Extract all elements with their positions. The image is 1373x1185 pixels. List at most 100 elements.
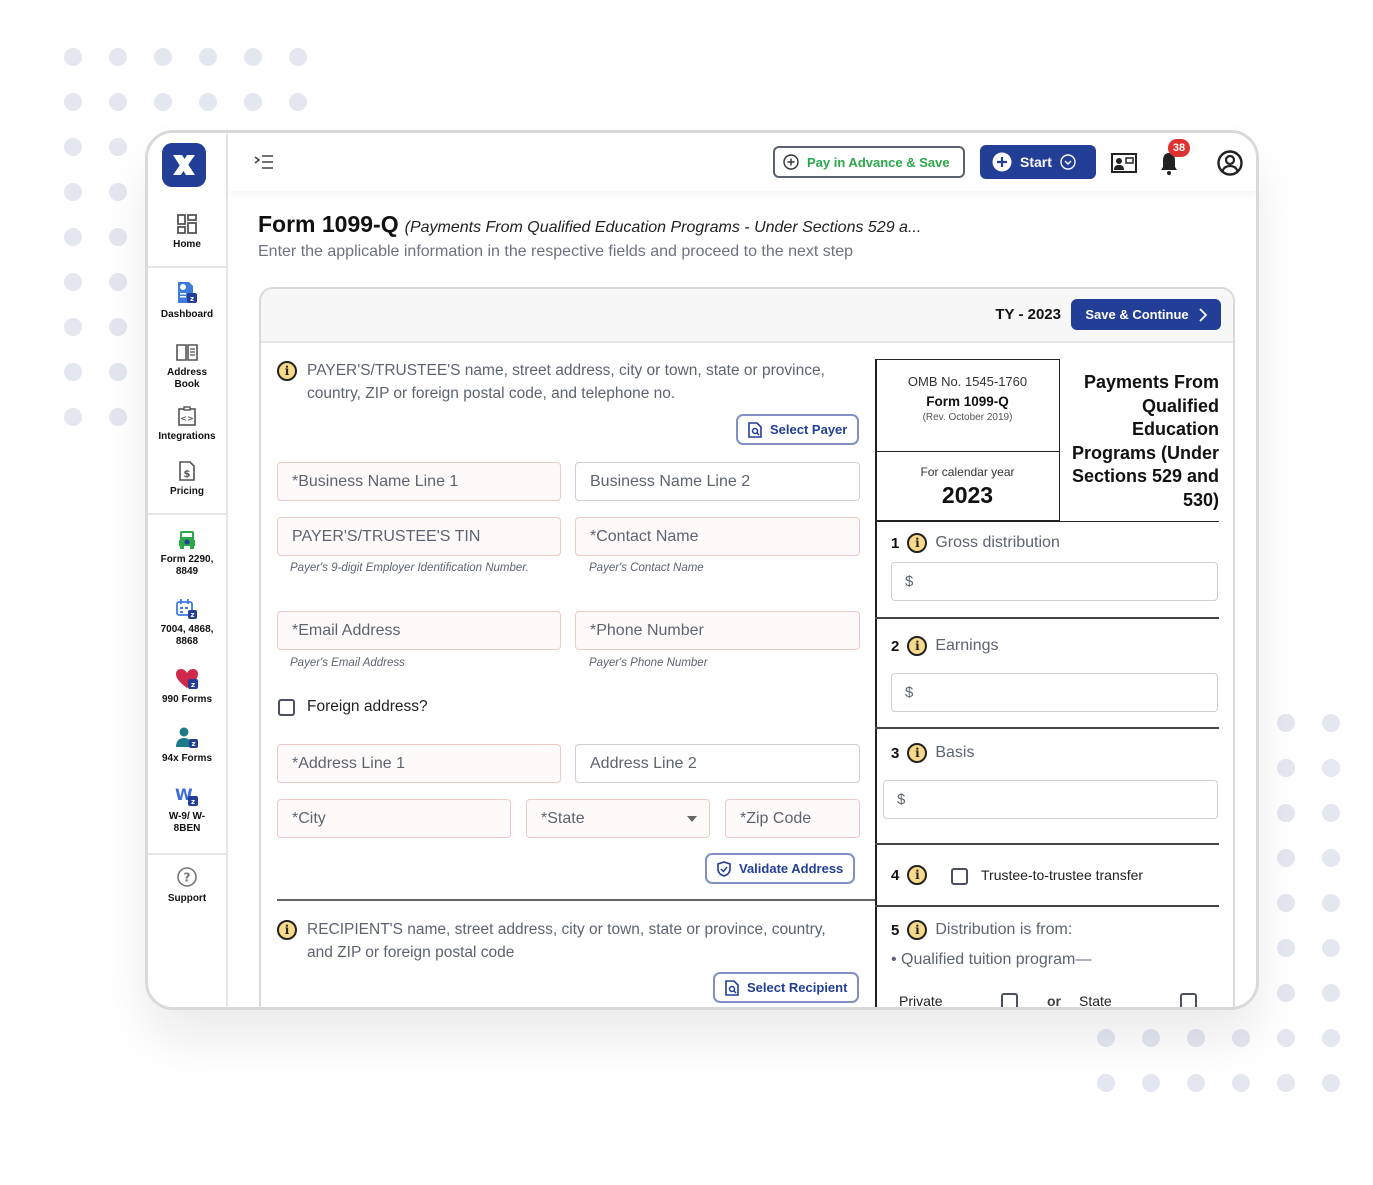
zip-code-input[interactable]: *Zip Code — [725, 799, 860, 838]
sidebar-divider — [148, 853, 226, 855]
omb-box: OMB No. 1545-1760 Form 1099-Q (Rev. Octo… — [875, 359, 1060, 521]
recipient-section-label: i RECIPIENT'S name, street address, city… — [277, 918, 837, 964]
form-title: Form 1099-Q — [258, 211, 399, 237]
logo-x-icon — [173, 155, 195, 175]
svg-text:z: z — [191, 798, 195, 806]
user-profile-icon[interactable] — [1217, 150, 1243, 176]
sidebar: Home z Dashboard Address Book <> Integra… — [148, 133, 228, 1007]
omb-info: OMB No. 1545-1760 Form 1099-Q (Rev. Octo… — [876, 360, 1059, 452]
calendar-year-value: 2023 — [941, 482, 994, 508]
info-icon[interactable]: i — [907, 920, 928, 940]
svg-text:z: z — [191, 681, 195, 689]
sidebar-item-label: 7004, 4868, 8868 — [160, 624, 214, 647]
sidebar-item-pricing[interactable]: $ Pricing — [148, 460, 226, 498]
top-bar: Pay in Advance & Save Start 38 — [228, 133, 1256, 191]
menu-toggle-icon[interactable] — [254, 153, 274, 171]
trustee-transfer-checkbox[interactable] — [951, 868, 968, 885]
shield-check-icon — [717, 860, 731, 877]
save-continue-button[interactable]: Save & Continue — [1071, 299, 1221, 330]
integrations-icon: <> — [178, 406, 196, 426]
svg-text:z: z — [190, 295, 194, 303]
calendar-icon: z — [176, 599, 197, 619]
sidebar-item-dashboard[interactable]: z Dashboard — [148, 281, 226, 321]
gross-distribution-input[interactable]: $ — [891, 562, 1218, 601]
private-checkbox[interactable] — [1001, 993, 1018, 1007]
document-search-icon — [748, 421, 762, 438]
select-recipient-button[interactable]: Select Recipient — [713, 972, 860, 1003]
save-continue-label: Save & Continue — [1085, 307, 1189, 322]
sidebar-item-94x-forms[interactable]: z 94x Forms — [148, 727, 226, 765]
select-payer-button[interactable]: Select Payer — [736, 414, 860, 445]
business-name-line-2-input[interactable]: Business Name Line 2 — [575, 462, 860, 501]
form-card: TY - 2023 Save & Continue i PAYER'S/TRUS… — [259, 287, 1235, 1009]
basis-input[interactable]: $ — [883, 780, 1218, 819]
info-icon[interactable]: i — [277, 361, 297, 381]
start-button[interactable]: Start — [980, 145, 1096, 179]
section-divider — [277, 899, 875, 901]
address-book-icon — [176, 344, 198, 361]
phone-number-input[interactable]: *Phone Number — [575, 611, 860, 650]
notification-badge: 38 — [1168, 139, 1190, 157]
sidebar-item-form-2290[interactable]: Form 2290, 8849 — [148, 528, 226, 578]
info-icon[interactable]: i — [907, 743, 928, 763]
state-checkbox[interactable] — [1180, 993, 1197, 1007]
sidebar-item-label: 94x Forms — [161, 753, 213, 764]
tax-year-label: TY - 2023 — [995, 306, 1061, 323]
sidebar-item-label: Address Book — [166, 367, 207, 390]
sidebar-item-support[interactable]: ? Support — [148, 867, 226, 905]
pay-in-advance-label: Pay in Advance & Save — [807, 154, 950, 170]
sidebar-item-label: W-9/ W-8BEN — [168, 811, 206, 834]
qualified-tuition-program-label: • Qualified tuition program— — [891, 951, 1092, 968]
app-logo[interactable] — [162, 143, 206, 187]
sidebar-divider — [148, 266, 226, 268]
private-option-label: Private — [899, 993, 943, 1009]
sidebar-item-label: 990 Forms — [161, 694, 213, 705]
pricing-icon: $ — [179, 461, 195, 481]
info-icon[interactable]: i — [907, 865, 928, 885]
sidebar-item-label: Integrations — [158, 431, 216, 442]
w-form-icon: Wz — [175, 785, 198, 806]
address-line-1-input[interactable]: *Address Line 1 — [277, 744, 561, 783]
state-select[interactable]: *State — [526, 799, 710, 838]
phone-hint: Payer's Phone Number — [589, 657, 708, 669]
email-address-input[interactable]: *Email Address — [277, 611, 561, 650]
page-title: Form 1099-Q (Payments From Qualified Educ… — [258, 211, 921, 238]
earnings-input[interactable]: $ — [891, 673, 1218, 712]
business-name-line-1-input[interactable]: *Business Name Line 1 — [277, 462, 561, 501]
form-subtitle: (Payments From Qualified Education Progr… — [404, 219, 922, 236]
foreign-address-checkbox[interactable] — [278, 699, 295, 716]
contact-card-icon[interactable] — [1111, 150, 1137, 176]
sidebar-item-address-book[interactable]: Address Book — [148, 341, 226, 391]
info-icon[interactable]: i — [907, 636, 928, 656]
svg-text:z: z — [190, 611, 194, 619]
employee-icon: z — [176, 727, 198, 748]
info-icon[interactable]: i — [277, 920, 297, 940]
sidebar-item-w9-w8ben[interactable]: Wz W-9/ W-8BEN — [148, 785, 226, 835]
box-5-distribution-source: 5 i Distribution is from: • Qualified tu… — [875, 905, 1219, 1009]
email-hint: Payer's Email Address — [290, 657, 405, 669]
sidebar-item-integrations[interactable]: <> Integrations — [148, 405, 226, 443]
city-input[interactable]: *City — [277, 799, 511, 838]
validate-address-button[interactable]: Validate Address — [705, 853, 856, 884]
info-icon[interactable]: i — [907, 533, 928, 553]
form-card-header: TY - 2023 Save & Continue — [261, 289, 1233, 343]
dashboard-icon: z — [178, 282, 197, 303]
sidebar-item-home[interactable]: Home — [148, 213, 226, 251]
omb-form-name: Form 1099-Q — [926, 394, 1009, 409]
sidebar-item-extension-forms[interactable]: z 7004, 4868, 8868 — [148, 598, 226, 648]
contact-name-input[interactable]: *Contact Name — [575, 517, 860, 556]
start-label: Start — [1020, 154, 1052, 170]
address-line-2-input[interactable]: Address Line 2 — [575, 744, 860, 783]
form-official-title: Payments From Qualified Education Progra… — [1071, 372, 1219, 510]
trustee-transfer-label: Trustee-to-trustee transfer — [981, 867, 1144, 883]
contact-name-hint: Payer's Contact Name — [589, 562, 704, 574]
payer-tin-input[interactable]: PAYER'S/TRUSTEE'S TIN — [277, 517, 561, 556]
calendar-year-box: For calendar year 2023 — [876, 452, 1059, 522]
document-search-icon — [725, 979, 739, 996]
sidebar-item-990-forms[interactable]: z 990 Forms — [148, 668, 226, 706]
box-2-earnings: 2 i Earnings $ — [875, 617, 1219, 727]
svg-text:z: z — [191, 740, 195, 748]
pay-in-advance-button[interactable]: Pay in Advance & Save — [773, 146, 965, 178]
sidebar-item-label: Support — [167, 893, 207, 904]
foreign-address-label: Foreign address? — [307, 698, 428, 715]
